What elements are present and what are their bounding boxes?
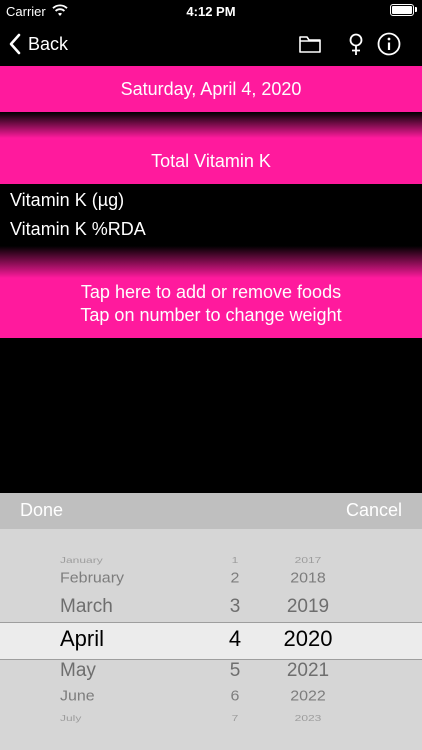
gradient-divider (0, 112, 422, 138)
total-label: Total Vitamin K (151, 150, 271, 171)
year-option[interactable]: 2021 (268, 660, 348, 682)
month-option[interactable]: January (60, 555, 190, 565)
total-header: Total Vitamin K (0, 138, 422, 184)
gradient-divider (0, 246, 422, 278)
month-option[interactable]: July (60, 713, 190, 723)
year-wheel[interactable]: 2017 2018 2019 2020 2021 2022 2023 (268, 529, 348, 750)
tap-instruction-add: Tap here to add or remove foods (80, 282, 342, 302)
battery-icon (390, 4, 417, 16)
cancel-button[interactable]: Cancel (346, 500, 402, 521)
picker-toolbar: Done Cancel (0, 493, 422, 529)
info-icon[interactable] (376, 32, 402, 56)
nutrient-row-rda: Vitamin K %RDA (10, 219, 146, 239)
day-option[interactable]: 7 (200, 713, 270, 723)
month-option[interactable]: June (60, 689, 190, 705)
year-option[interactable]: 2020 (268, 626, 348, 652)
month-option[interactable]: February (60, 571, 190, 587)
done-button[interactable]: Done (20, 500, 63, 521)
day-option[interactable]: 6 (200, 689, 270, 705)
year-option[interactable]: 2019 (268, 596, 348, 618)
folder-icon[interactable] (297, 32, 323, 56)
month-wheel[interactable]: January February March April May June July (60, 529, 190, 750)
day-option[interactable]: 1 (200, 555, 270, 565)
female-icon[interactable] (343, 32, 369, 56)
chevron-left-icon (9, 33, 21, 55)
date-label: Saturday, April 4, 2020 (120, 78, 302, 99)
year-option[interactable]: 2022 (268, 689, 348, 705)
nutrient-row-amount: Vitamin K (µg) (10, 190, 125, 210)
status-bar: Carrier 4:12 PM (0, 0, 422, 22)
month-option[interactable]: May (60, 660, 190, 682)
day-option[interactable]: 2 (200, 571, 270, 587)
day-wheel[interactable]: 1 2 3 4 5 6 7 (200, 529, 270, 750)
month-option[interactable]: April (60, 626, 190, 652)
date-banner[interactable]: Saturday, April 4, 2020 (0, 66, 422, 112)
year-option[interactable]: 2018 (268, 571, 348, 587)
add-remove-foods-button[interactable]: Tap here to add or remove foods Tap on n… (0, 278, 422, 338)
back-label: Back (28, 33, 69, 54)
year-option[interactable]: 2023 (268, 713, 348, 723)
tap-instruction-weight: Tap on number to change weight (80, 305, 342, 325)
month-option[interactable]: March (60, 596, 190, 618)
back-button[interactable]: Back (8, 30, 68, 58)
day-option[interactable]: 4 (200, 626, 270, 652)
status-time: 4:12 PM (186, 4, 236, 19)
year-option[interactable]: 2017 (268, 555, 348, 565)
day-option[interactable]: 3 (200, 596, 270, 618)
day-option[interactable]: 5 (200, 660, 270, 682)
navigation-bar: Back (0, 22, 422, 66)
date-picker[interactable]: January February March April May June July 1 2 3… (0, 529, 422, 750)
